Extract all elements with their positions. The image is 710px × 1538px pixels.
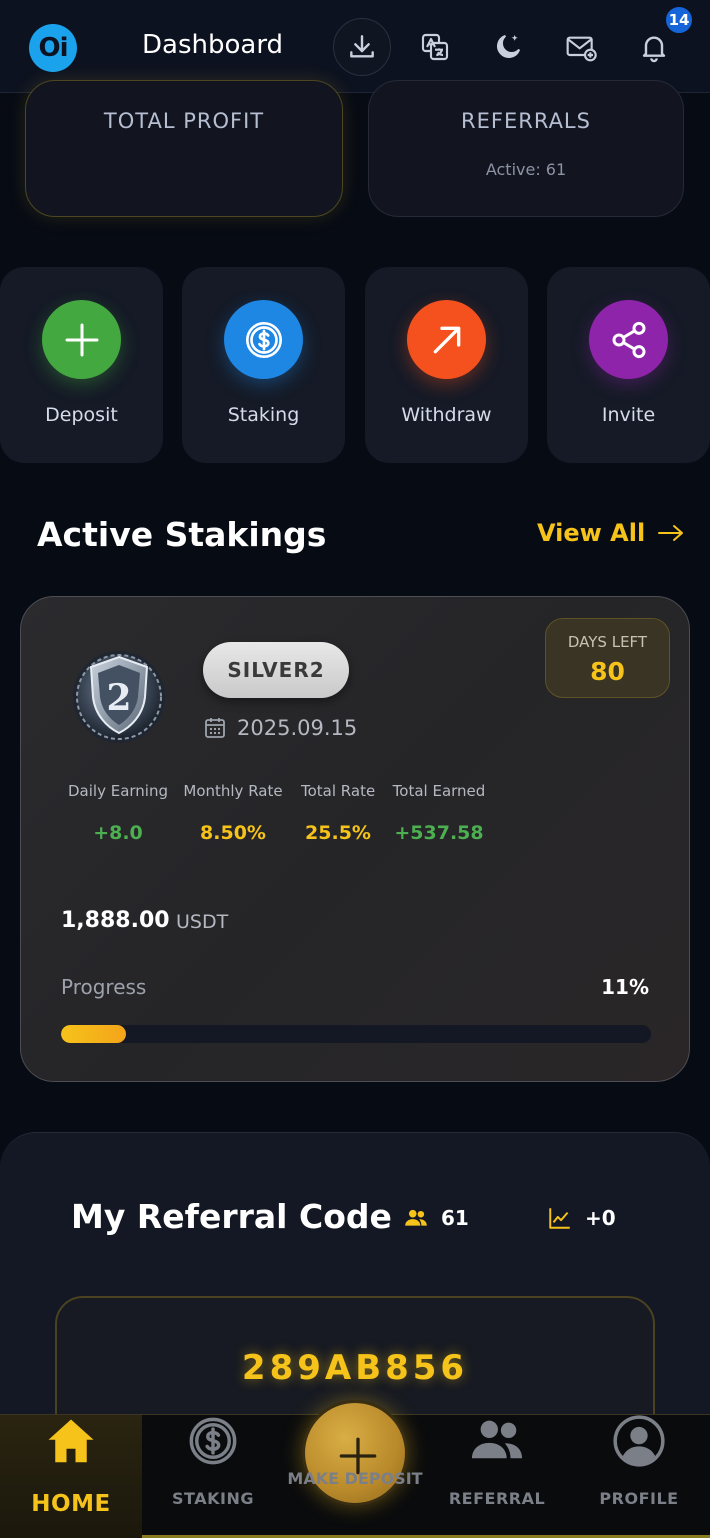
total-profit-label: TOTAL PROFIT xyxy=(103,109,265,133)
theme-toggle-button[interactable] xyxy=(479,18,537,76)
view-all-label: View All xyxy=(537,519,646,547)
progress-fill xyxy=(61,1025,126,1043)
download-icon xyxy=(350,35,374,58)
referrals-active: Active: 61 xyxy=(485,160,567,179)
referral-growth: +0 xyxy=(547,1205,616,1231)
referrals-card: REFERRALS Active: 61 xyxy=(368,80,684,217)
referrals-label: REFERRALS xyxy=(461,109,591,133)
page-title: Dashboard xyxy=(142,30,284,60)
withdraw-action[interactable]: Withdraw xyxy=(365,267,528,463)
make-deposit-label: MAKE DEPOSIT xyxy=(287,1469,423,1488)
silver-medal-icon: 2 xyxy=(73,651,165,743)
days-left-box: DAYS LEFT 80 xyxy=(545,618,670,698)
metric-label: Total Earned xyxy=(392,782,486,800)
svg-text:2: 2 xyxy=(106,677,131,719)
share-icon xyxy=(612,321,645,358)
nav-referral-label: REFERRAL xyxy=(448,1489,546,1508)
referral-growth-value: +0 xyxy=(585,1206,616,1230)
trending-chart-icon xyxy=(549,1208,570,1229)
total-earned-metric: Total Earned +537.58 xyxy=(391,782,487,844)
translate-icon xyxy=(421,33,449,61)
invite-circle xyxy=(589,300,668,379)
user-circle-icon xyxy=(613,1415,665,1467)
deposit-label: Deposit xyxy=(45,404,118,426)
plus-icon xyxy=(65,323,98,356)
notification-badge: 14 xyxy=(664,5,694,35)
make-deposit-button[interactable] xyxy=(302,1400,408,1506)
nav-profile-label: PROFILE xyxy=(599,1489,679,1508)
users-icon xyxy=(471,1420,523,1459)
staking-date: 2025.09.15 xyxy=(203,716,357,740)
total-rate-metric: Total Rate 25.5% xyxy=(301,782,375,844)
days-left-label: DAYS LEFT xyxy=(567,633,648,651)
metric-value: +8.0 xyxy=(93,822,143,844)
users-icon xyxy=(405,1209,427,1226)
nav-home-label: HOME xyxy=(31,1491,111,1517)
staking-card[interactable]: 2 SILVER2 2025.09.15 DAYS LEFT 80 Daily … xyxy=(20,596,690,1082)
referral-count: 61 xyxy=(403,1205,469,1231)
calendar-icon xyxy=(205,718,225,738)
staking-date-text: 2025.09.15 xyxy=(237,716,358,740)
metric-label: Monthly Rate xyxy=(183,782,283,800)
referral-code[interactable]: 289AB856 xyxy=(0,1348,710,1388)
moon-icon xyxy=(497,35,520,58)
daily-earning-metric: Daily Earning +8.0 xyxy=(68,782,168,844)
nav-referral[interactable]: REFERRAL xyxy=(426,1415,568,1538)
metric-label: Total Rate xyxy=(301,782,376,800)
download-button[interactable] xyxy=(333,18,391,76)
metric-value: 25.5% xyxy=(305,822,371,844)
total-profit-card: TOTAL PROFIT xyxy=(25,80,343,217)
staking-action[interactable]: Staking xyxy=(182,267,345,463)
tier-badge: SILVER2 xyxy=(203,642,349,698)
logo-text: Oi xyxy=(38,33,68,63)
nav-staking[interactable]: STAKING xyxy=(142,1415,284,1538)
metric-value: 8.50% xyxy=(200,822,266,844)
deposit-circle xyxy=(42,300,121,379)
metric-value: +537.58 xyxy=(394,822,484,844)
arrow-right-icon xyxy=(658,525,684,541)
dollar-coin-icon xyxy=(189,1417,237,1465)
bell-icon xyxy=(642,36,666,63)
view-all-link[interactable]: View All xyxy=(537,519,685,547)
app-logo[interactable]: Oi xyxy=(29,24,77,72)
mail-button[interactable] xyxy=(552,18,610,76)
nav-home[interactable]: HOME xyxy=(0,1415,142,1538)
mail-icon xyxy=(566,36,597,62)
nav-staking-label: STAKING xyxy=(172,1489,254,1508)
progress-bar xyxy=(61,1025,651,1043)
nav-profile[interactable]: PROFILE xyxy=(568,1415,710,1538)
active-stakings-title: Active Stakings xyxy=(37,515,327,554)
staking-label: Staking xyxy=(227,404,300,426)
deposit-action[interactable]: Deposit xyxy=(0,267,163,463)
home-icon xyxy=(48,1419,94,1463)
days-left-value: 80 xyxy=(590,657,625,686)
dollar-coin-icon xyxy=(245,321,282,358)
withdraw-label: Withdraw xyxy=(401,404,492,426)
monthly-rate-metric: Monthly Rate 8.50% xyxy=(183,782,283,844)
metric-label: Daily Earning xyxy=(68,782,168,800)
progress-percent: 11% xyxy=(601,975,649,999)
staking-circle xyxy=(224,300,303,379)
referral-count-value: 61 xyxy=(441,1206,469,1230)
staked-amount: 1,888.00 xyxy=(61,908,170,933)
referral-title: My Referral Code xyxy=(71,1197,392,1236)
arrow-up-right-icon xyxy=(433,326,460,353)
invite-action[interactable]: Invite xyxy=(547,267,710,463)
progress-label: Progress xyxy=(61,975,147,999)
translate-button[interactable] xyxy=(406,18,464,76)
invite-label: Invite xyxy=(601,404,656,426)
staked-currency: USDT xyxy=(176,911,229,933)
withdraw-circle xyxy=(407,300,486,379)
